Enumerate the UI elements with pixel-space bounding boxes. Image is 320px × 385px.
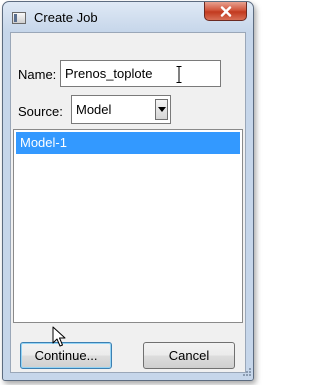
source-select[interactable]: Model: [71, 95, 171, 124]
window-icon: [12, 12, 26, 24]
list-item-model-1[interactable]: Model-1: [16, 132, 240, 154]
close-x-icon: [220, 5, 231, 17]
create-job-dialog: Create Job Name: Prenos_toplote Source: …: [2, 1, 254, 381]
model-list[interactable]: Model-1: [13, 129, 243, 323]
dialog-body: Name: Prenos_toplote Source: Model Model…: [10, 32, 246, 373]
cancel-button[interactable]: Cancel: [143, 342, 235, 369]
source-select-value: Model: [76, 102, 112, 117]
mouse-pointer-icon: [52, 326, 66, 347]
chevron-down-icon[interactable]: [155, 99, 168, 120]
name-label: Name:: [18, 67, 57, 82]
source-label: Source:: [18, 104, 63, 119]
window-title: Create Job: [34, 10, 98, 25]
resize-grip-icon[interactable]: [240, 367, 252, 379]
close-button[interactable]: [204, 2, 247, 21]
ibeam-cursor-icon: [176, 66, 182, 83]
name-field[interactable]: Prenos_toplote: [60, 60, 221, 87]
continue-button[interactable]: Continue...: [20, 342, 112, 369]
title-bar[interactable]: Create Job: [3, 2, 253, 32]
name-field-value: Prenos_toplote: [65, 66, 153, 81]
